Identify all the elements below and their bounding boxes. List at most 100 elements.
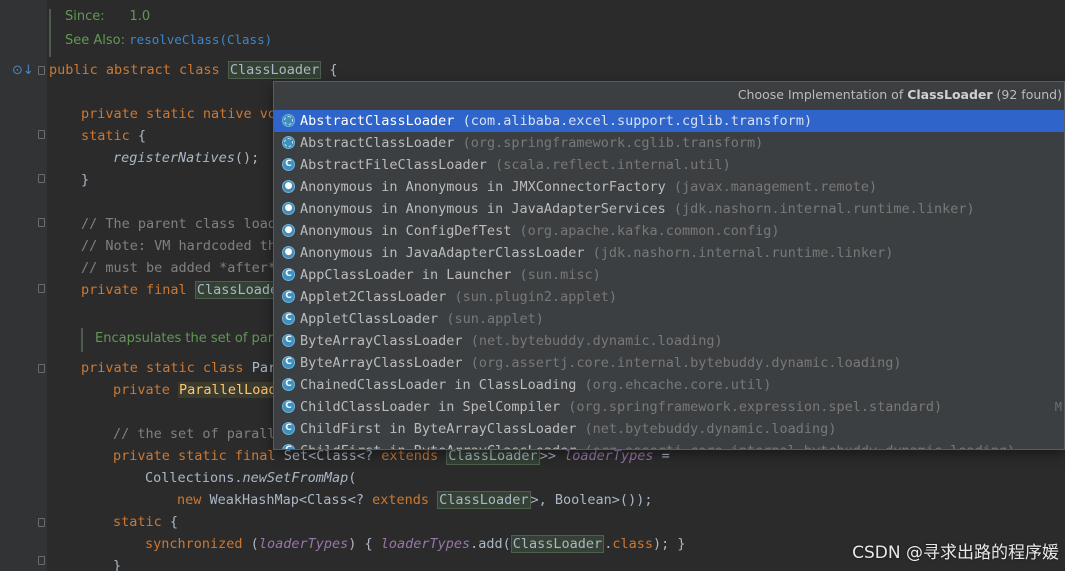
implementation-item[interactable]: C ChildClassLoader in SpelCompiler (org.s… [274, 396, 1064, 418]
code-line[interactable]: } [113, 555, 121, 571]
class-name[interactable]: ClassLoader [437, 491, 531, 509]
method-call[interactable]: newSetFromMap [243, 470, 349, 486]
fold-marker-icon[interactable] [38, 364, 45, 373]
anonymous-class-icon: ● [282, 202, 295, 215]
abstract-class-icon [282, 136, 295, 149]
fold-marker-icon[interactable] [38, 218, 45, 227]
implementation-item-name: AppClassLoader in Launcher [300, 267, 512, 283]
code-line[interactable]: static { [113, 511, 178, 533]
field-name[interactable]: loaderTypes [381, 536, 470, 552]
implementation-item[interactable]: AbstractClassLoader (org.springframework… [274, 132, 1064, 154]
implemented-by-icon[interactable]: ⊙↓ [12, 63, 34, 78]
fold-marker-icon[interactable] [38, 130, 45, 139]
implementation-item-name: AbstractClassLoader [300, 113, 455, 129]
implementation-item[interactable]: C ChainedClassLoader in ClassLoading (org… [274, 374, 1064, 396]
doc-since-value: 1.0 [129, 9, 151, 24]
comment-line[interactable]: // Note: VM hardcoded th [81, 235, 276, 257]
code-text: WeakHashMap<Class<? [201, 492, 373, 508]
implementation-item-name: Anonymous in Anonymous in JMXConnectorFa… [300, 179, 666, 195]
popup-header-prefix: Choose Implementation of [737, 87, 908, 102]
class-name[interactable]: ClassLoader [227, 61, 322, 79]
implementation-item-package: (org.ehcache.core.util) [584, 377, 772, 393]
doc-see-also-link[interactable]: resolveClass(Class) [129, 32, 272, 47]
fold-marker-icon[interactable] [38, 284, 45, 293]
code-text: Par [243, 360, 277, 376]
implementation-item[interactable]: C ByteArrayClassLoader (net.bytebuddy.dyn… [274, 330, 1064, 352]
implementation-item[interactable]: C AppClassLoader in Launcher (sun.misc) [274, 264, 1064, 286]
comment: // must be added *after* [81, 260, 277, 276]
code-line[interactable]: } [81, 169, 89, 191]
fold-marker-icon[interactable] [38, 556, 45, 565]
implementation-item-package: (org.assertj.core.internal.bytebuddy.dyn… [470, 355, 902, 371]
implementation-item[interactable]: C AppletClassLoader (sun.applet) [274, 308, 1064, 330]
implementation-list[interactable]: AbstractClassLoader (com.alibaba.excel.s… [274, 110, 1064, 449]
comment-line[interactable]: // the set of parall [113, 423, 276, 445]
code-line[interactable]: registerNatives(); [113, 147, 259, 169]
code-line[interactable]: Collections.newSetFromMap( [145, 467, 356, 489]
implementation-item[interactable]: ● Anonymous in JavaAdapterClassLoader (jd… [274, 242, 1064, 264]
class-name[interactable]: ClassLoader [510, 535, 605, 553]
code-text: Collections. [145, 470, 243, 486]
implementation-item[interactable]: C ChildFirst in ByteArrayClassLoader (net… [274, 418, 1064, 440]
code-text: = [653, 448, 670, 464]
keyword: static [113, 514, 162, 530]
class-icon: C [282, 400, 295, 413]
comment: // the set of parall [113, 426, 276, 442]
implementation-item[interactable]: C ByteArrayClassLoader (org.assertj.core.… [274, 352, 1064, 374]
implementation-item-package: (jdk.nashorn.internal.runtime.linker) [592, 245, 894, 261]
keyword: new [177, 492, 202, 508]
choose-implementation-popup[interactable]: Choose Implementation of ClassLoader (92… [273, 81, 1065, 450]
implementation-item[interactable]: C AbstractFileClassLoader (scala.reflect.… [274, 154, 1064, 176]
code-text: Set<Class<? [275, 448, 382, 464]
code-text: { [161, 514, 179, 530]
code-line[interactable]: synchronized (loaderTypes) { loaderTypes… [145, 533, 685, 555]
code-line-class-decl[interactable]: public abstract class ClassLoader { [49, 59, 338, 81]
implementation-item-name: ChainedClassLoader in ClassLoading [300, 377, 577, 393]
keyword: synchronized [145, 536, 243, 552]
class-icon: C [282, 312, 295, 325]
implementation-item[interactable]: ● Anonymous in Anonymous in JavaAdapterSe… [274, 198, 1064, 220]
implementation-item-name: ChildClassLoader in SpelCompiler [300, 399, 561, 415]
fold-marker-icon[interactable] [38, 518, 45, 527]
fold-marker-icon[interactable] [38, 66, 45, 75]
class-icon: C [282, 290, 295, 303]
doc-text: Encapsulates the set of paral [95, 331, 285, 346]
fold-marker-icon[interactable] [38, 174, 45, 183]
implementation-item-name: ChildFirst in ByteArrayClassLoader [300, 421, 577, 437]
code-text: (); [234, 150, 260, 166]
implementation-item-package: (com.alibaba.excel.support.cglib.transfo… [462, 113, 813, 129]
keyword: private final [81, 282, 187, 298]
implementation-item[interactable]: ● Anonymous in Anonymous in JMXConnectorF… [274, 176, 1064, 198]
code-text: >, Boolean>()); [530, 492, 653, 508]
implementation-item-package: (jdk.nashorn.internal.runtime.linker) [673, 201, 975, 217]
code-line[interactable]: static { [81, 125, 146, 147]
keyword: extends [372, 492, 429, 508]
code-line[interactable]: private final ClassLoade [81, 279, 281, 301]
implementation-item-module: M [1054, 400, 1062, 414]
implementation-item[interactable]: C Applet2ClassLoader (sun.plugin2.applet) [274, 286, 1064, 308]
field-name[interactable]: loaderTypes [259, 536, 348, 552]
popup-header-count: (92 found) [992, 87, 1062, 102]
implementation-item-package: (org.springframework.cglib.transform) [462, 135, 764, 151]
implementation-item-package: (net.bytebuddy.dynamic.loading) [470, 333, 723, 349]
comment-line[interactable]: // must be added *after* [81, 257, 276, 279]
code-line[interactable]: private ParallelLoad [113, 379, 278, 401]
code-line[interactable]: private static native vo [81, 103, 276, 125]
method-call[interactable]: registerNatives [113, 150, 235, 166]
implementation-item[interactable]: ● Anonymous in ConfigDefTest (org.apache.… [274, 220, 1064, 242]
field-name[interactable]: loaderTypes [564, 448, 653, 464]
class-icon: C [282, 422, 295, 435]
implementation-item[interactable]: C ChildFirst in ByteArrayClassLoader (org… [274, 440, 1064, 449]
implementation-item-name: ByteArrayClassLoader [300, 333, 463, 349]
code-line[interactable]: private static class Par [81, 357, 276, 379]
class-name[interactable]: ClassLoade [194, 281, 281, 299]
code-line[interactable]: new WeakHashMap<Class<? extends ClassLoa… [177, 489, 652, 511]
implementation-item[interactable]: AbstractClassLoader (com.alibaba.excel.s… [274, 110, 1064, 132]
class-name[interactable]: ParallelLoad [178, 382, 278, 398]
comment-line[interactable]: // The parent class load [81, 213, 276, 235]
javadoc-rendered-encapsulates: Encapsulates the set of paral [81, 328, 285, 352]
anonymous-class-icon: ● [282, 246, 295, 259]
popup-header: Choose Implementation of ClassLoader (92… [738, 82, 1064, 108]
class-icon: C [282, 378, 295, 391]
keyword: private static final [113, 448, 276, 464]
